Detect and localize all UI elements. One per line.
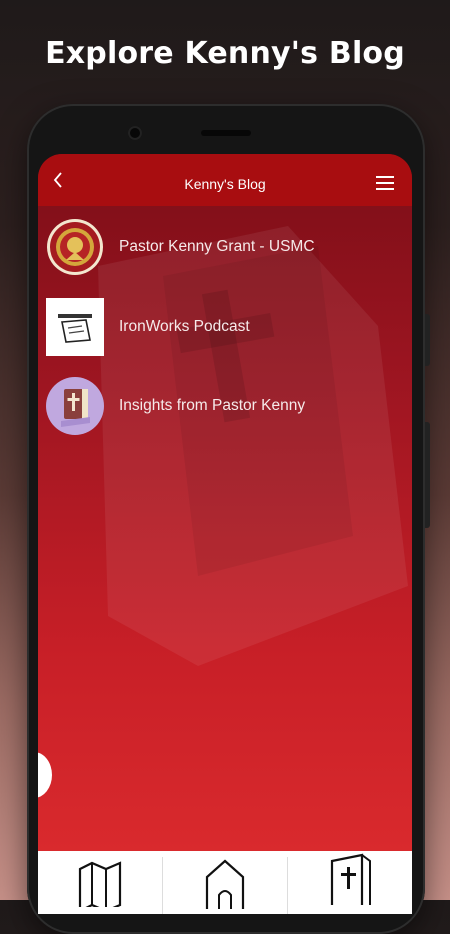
usmc-emblem-icon <box>47 219 103 275</box>
app-bar-title: Kenny's Blog <box>184 176 266 192</box>
church-icon <box>205 859 245 909</box>
bible-icon <box>330 853 371 905</box>
blog-list-item-usmc[interactable]: Pastor Kenny Grant - USMC <box>46 214 406 278</box>
blog-list-item-insights[interactable]: Insights from Pastor Kenny <box>46 373 406 437</box>
blog-list-item-label: IronWorks Podcast <box>119 318 250 335</box>
nav-item-church[interactable] <box>163 851 287 914</box>
bible-icon <box>46 377 104 435</box>
promo-headline: Explore Kenny's Blog <box>45 36 405 71</box>
blog-list-item-label: Insights from Pastor Kenny <box>119 397 306 414</box>
front-camera <box>128 126 142 140</box>
app-bar: Kenny's Blog <box>38 154 412 206</box>
hamburger-menu-icon[interactable] <box>376 176 394 190</box>
app-screen: Kenny's Blog Pastor Kenny Grant - USMC I… <box>38 154 412 914</box>
nav-item-bible[interactable] <box>288 851 412 914</box>
map-icon <box>78 861 122 907</box>
ironworks-logo-icon <box>46 298 104 356</box>
blog-list-item-ironworks[interactable]: IronWorks Podcast <box>46 294 406 358</box>
earpiece-speaker <box>201 130 251 136</box>
nav-item-map[interactable] <box>38 851 162 914</box>
bottom-navigation-bar <box>38 851 412 914</box>
phone-power-button <box>425 314 430 366</box>
blog-list-item-label: Pastor Kenny Grant - USMC <box>119 238 315 255</box>
phone-volume-button <box>425 422 430 528</box>
